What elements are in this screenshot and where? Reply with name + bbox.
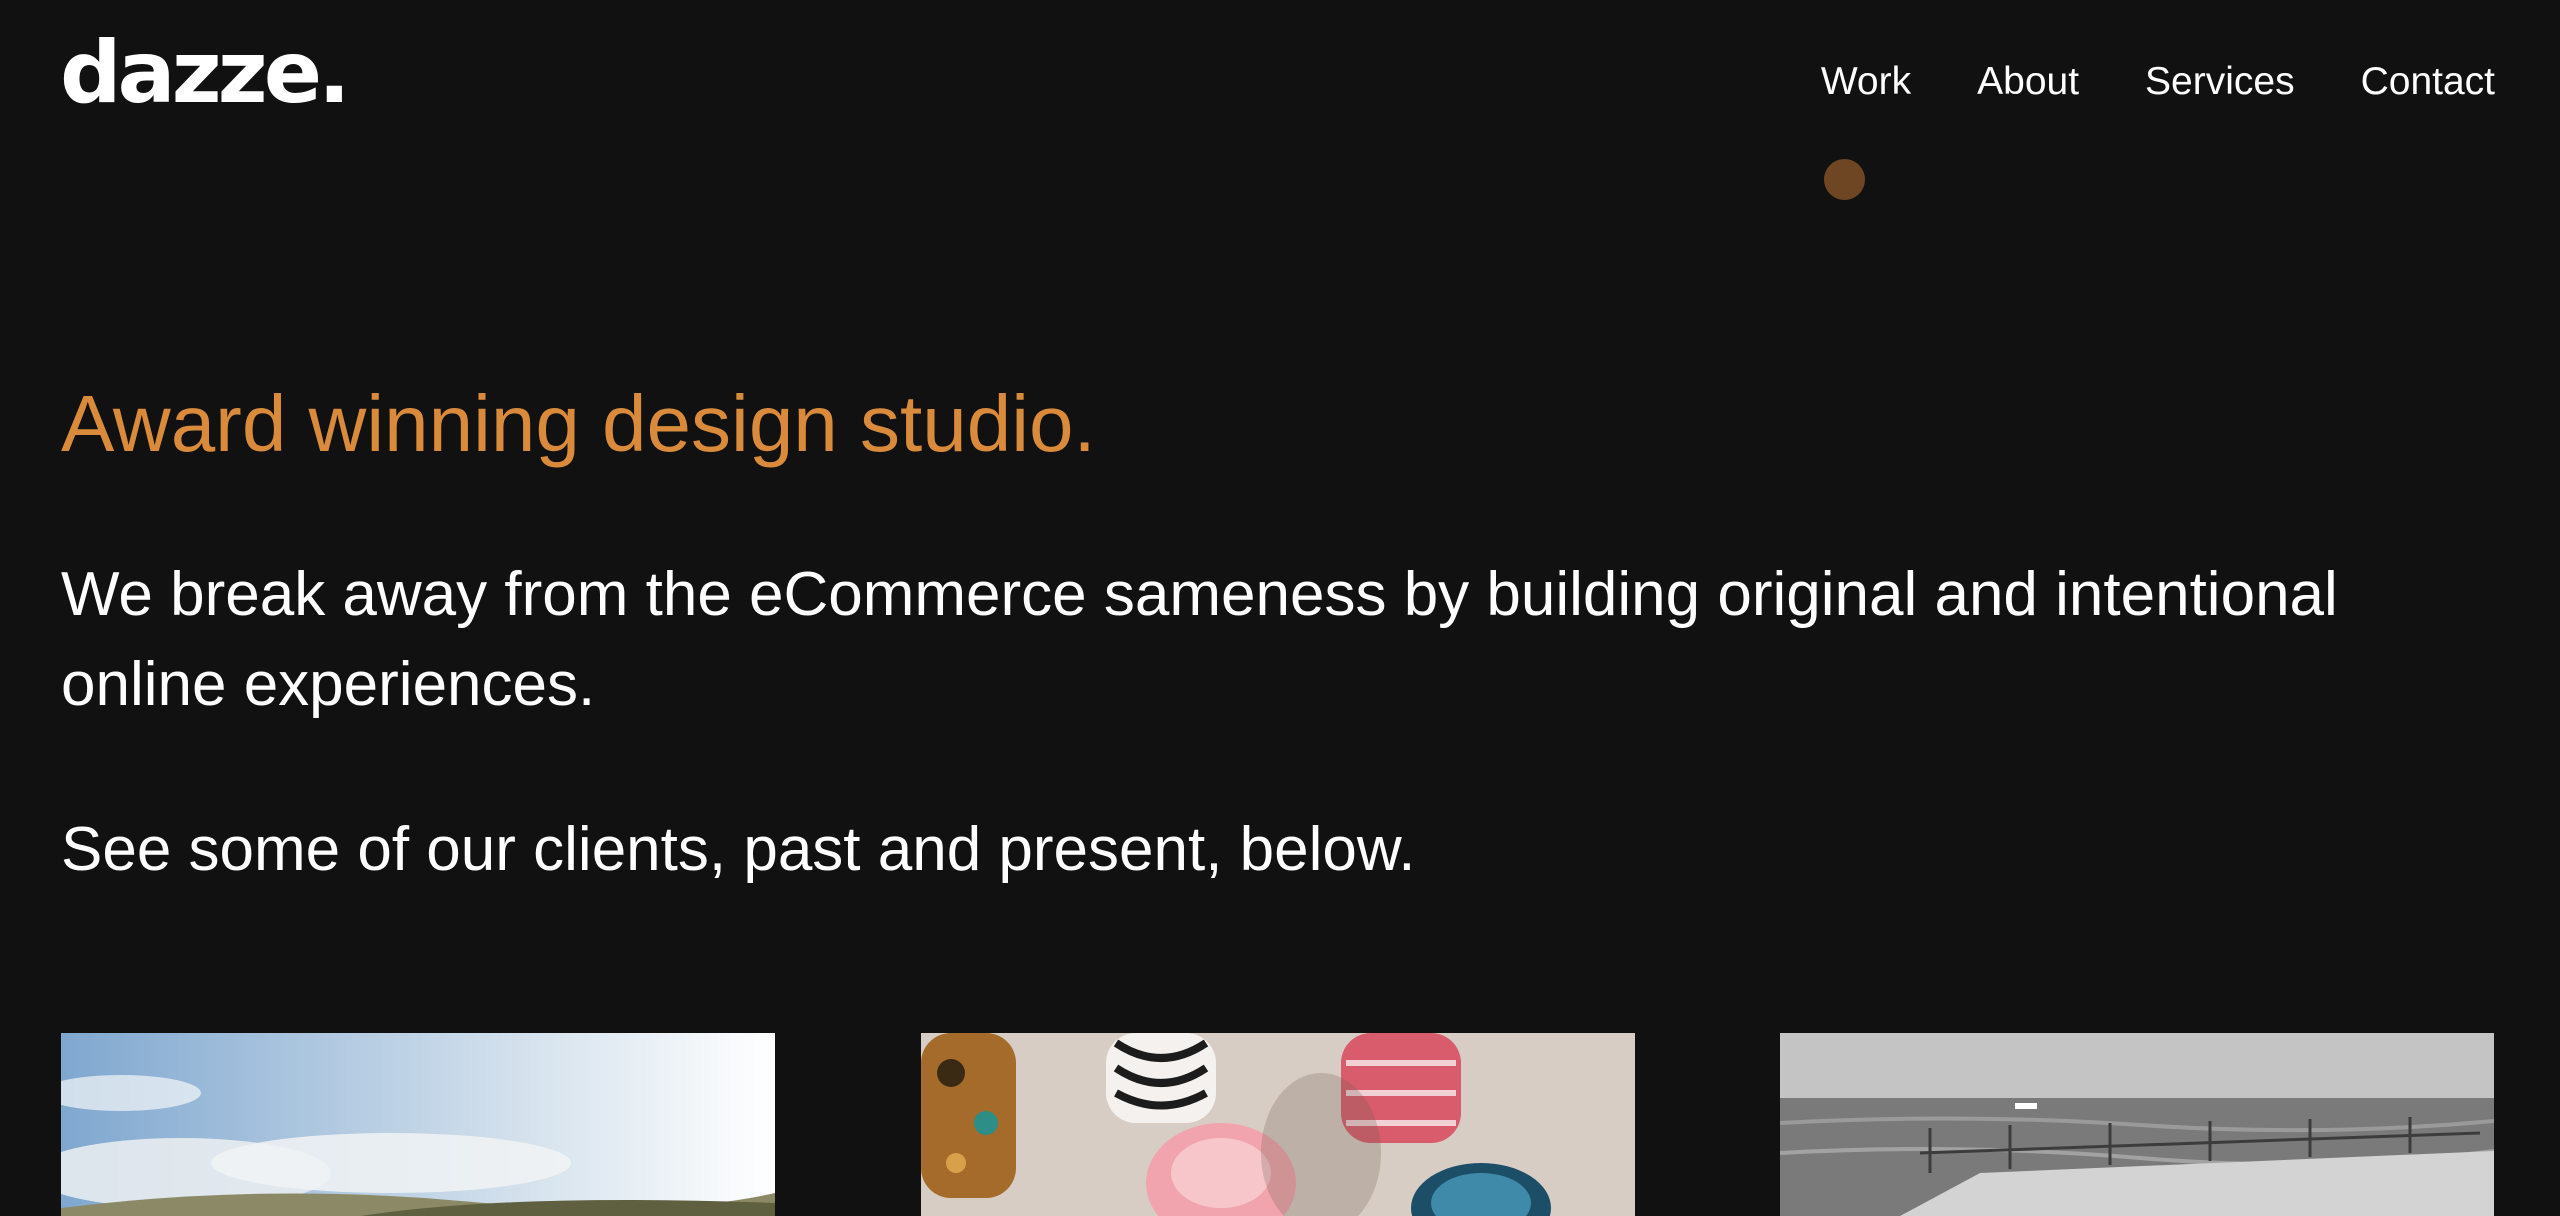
client-card-1[interactable] (61, 1033, 775, 1216)
nav-services[interactable]: Services (2145, 62, 2295, 101)
glassware-photo (921, 1033, 1635, 1216)
client-card-3[interactable] (1780, 1033, 2494, 1216)
clients-intro: See some of our clients, past and presen… (61, 815, 1416, 884)
hero-intro: We break away from the eCommerce samenes… (61, 560, 2338, 719)
pier-sea-photo (1780, 1033, 2494, 1216)
nav-contact[interactable]: Contact (2361, 62, 2495, 101)
active-nav-indicator (1824, 159, 1865, 200)
client-card-2[interactable] (921, 1033, 1635, 1216)
sky-landscape-photo (61, 1033, 775, 1216)
logo[interactable]: dazze. (60, 30, 351, 116)
main-nav: Work About Services Contact (1821, 62, 2495, 101)
nav-work[interactable]: Work (1821, 62, 1911, 101)
page: dazze. Work About Services Contact Award… (0, 0, 2560, 1216)
nav-about[interactable]: About (1977, 62, 2079, 101)
hero-tagline: Award winning design studio. (61, 379, 1096, 468)
